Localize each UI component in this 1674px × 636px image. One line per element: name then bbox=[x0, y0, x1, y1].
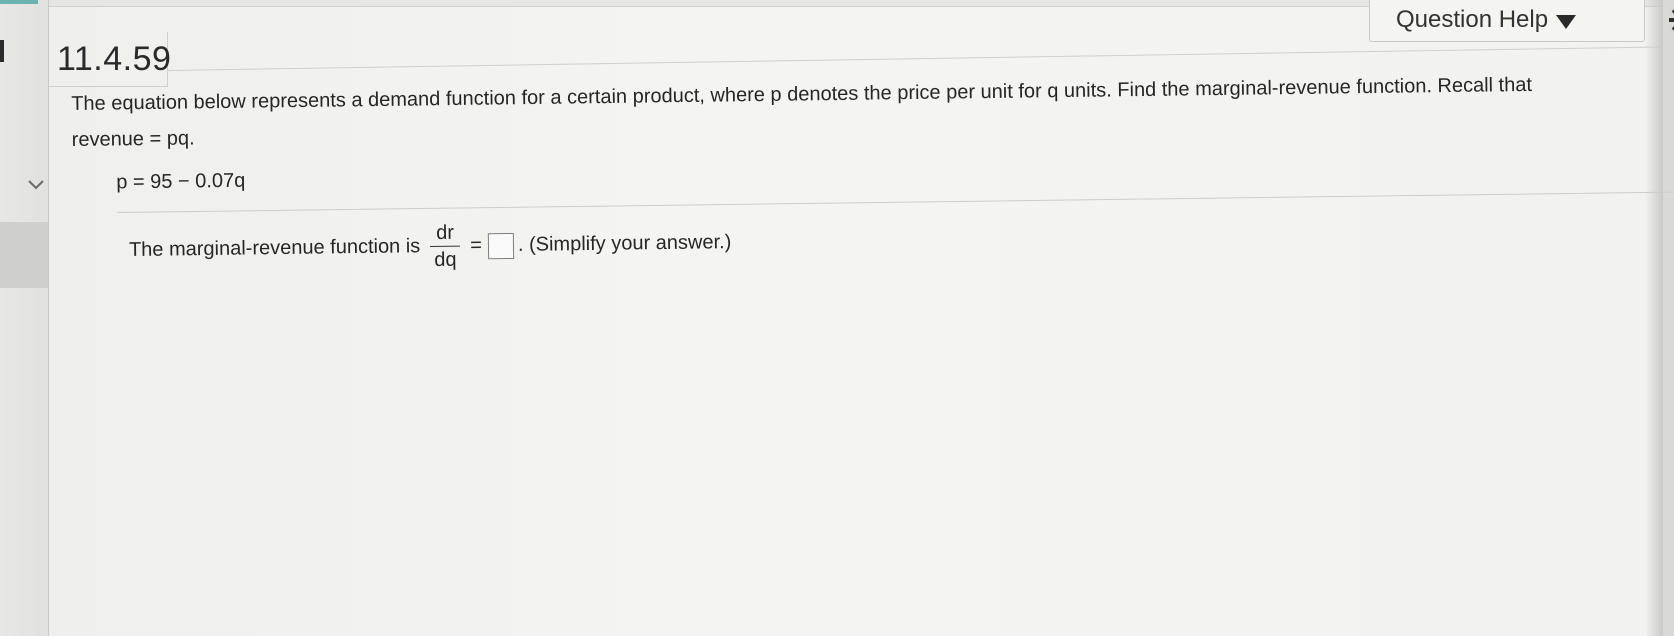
question-number-box: 11.4.59 bbox=[49, 32, 172, 87]
answer-divider bbox=[116, 191, 1674, 213]
caret-down-icon bbox=[1556, 14, 1577, 29]
gear-icon[interactable] bbox=[1667, 4, 1674, 36]
demand-equation: p = 95 − 0.07q bbox=[116, 169, 246, 194]
fraction-denominator: dq bbox=[434, 248, 457, 272]
question-panel: 11.4.59 Question Help The equation below… bbox=[48, 0, 1674, 636]
answer-lead-text: The marginal-revenue function is bbox=[128, 235, 421, 261]
chevron-left-icon[interactable] bbox=[24, 176, 48, 196]
fraction-numerator: dr bbox=[436, 221, 455, 244]
panel-edge-shadow bbox=[1645, 0, 1663, 636]
left-nav-band bbox=[0, 222, 48, 288]
question-help-button[interactable]: Question Help bbox=[1369, 0, 1645, 42]
answer-line: The marginal-revenue function is dr dq =… bbox=[129, 218, 732, 275]
accent-strip bbox=[0, 0, 38, 4]
derivative-fraction: dr dq bbox=[430, 222, 461, 271]
question-number: 11.4.59 bbox=[57, 39, 172, 78]
question-content: The equation below represents a demand f… bbox=[71, 66, 1632, 195]
question-help-label: Question Help bbox=[1396, 5, 1549, 33]
left-edge-marker bbox=[0, 40, 4, 62]
fraction-bar bbox=[430, 245, 461, 248]
question-prompt: The equation below represents a demand f… bbox=[71, 73, 1533, 151]
answer-input[interactable] bbox=[487, 232, 515, 259]
equals-sign: = bbox=[470, 234, 483, 257]
answer-trailing-text: . (Simplify your answer.) bbox=[517, 231, 732, 256]
